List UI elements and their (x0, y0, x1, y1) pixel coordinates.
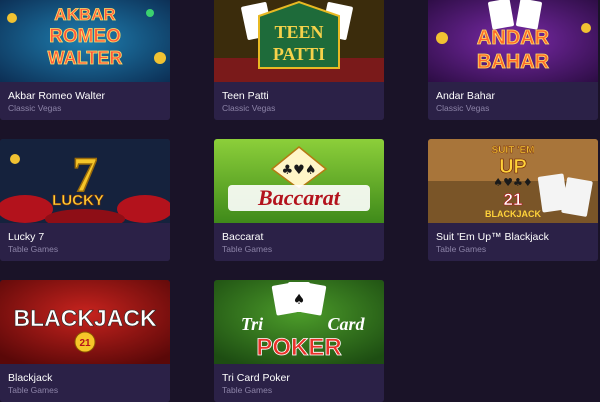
game-title[interactable]: Baccarat (222, 231, 263, 243)
game-thumbnail[interactable]: ♠ Tri Card POKER (214, 280, 384, 364)
game-thumbnail[interactable]: SUIT 'EM UP ♠♥♣♦ 21 BLACKJACK (428, 139, 598, 223)
art-text: BAHAR (477, 51, 550, 73)
game-thumbnail[interactable]: TEEN PATTI (214, 0, 384, 82)
suits-icon: ♠♥♣♦ (493, 176, 532, 189)
game-tile-suit-em-up-blackjack[interactable]: SUIT 'EM UP ♠♥♣♦ 21 BLACKJACK Suit 'Em U… (428, 139, 598, 261)
art-text: WALTER (48, 48, 123, 68)
game-title[interactable]: Lucky 7 (8, 231, 44, 243)
game-tile-tri-card-poker[interactable]: ♠ Tri Card POKER Tri Card Poker Table Ga… (214, 280, 384, 402)
game-title[interactable]: Blackjack (8, 372, 52, 384)
game-tile-baccarat[interactable]: ♣♥♠ Baccarat Baccarat Table Games (214, 139, 384, 261)
game-tile-lucky-7[interactable]: 7 LUCKY Lucky 7 Table Games (0, 139, 170, 261)
game-tile-akbar-romeo-walter[interactable]: AKBAR ROMEO WALTER Akbar Romeo Walter Cl… (0, 0, 170, 120)
game-category: Table Games (222, 244, 273, 254)
game-title[interactable]: Suit 'Em Up™ Blackjack (436, 231, 549, 243)
game-tile-blackjack[interactable]: BLACKJACK 21 Blackjack Table Games (0, 280, 170, 402)
art-text: POKER (256, 334, 341, 361)
art-text: UP (499, 156, 527, 178)
art-text: SUIT 'EM (492, 145, 535, 156)
game-info: Suit 'Em Up™ Blackjack Table Games (428, 223, 598, 261)
art-text: ROMEO (49, 26, 121, 47)
game-title[interactable]: Akbar Romeo Walter (8, 90, 105, 102)
game-title[interactable]: Teen Patti (222, 90, 269, 102)
game-tile-teen-patti[interactable]: TEEN PATTI Teen Patti Classic Vegas (214, 0, 384, 120)
art-text: BLACKJACK (485, 209, 542, 219)
art-text: ANDAR (477, 27, 550, 49)
art-text: 21 (79, 338, 91, 349)
game-info: Teen Patti Classic Vegas (214, 82, 384, 120)
game-category: Classic Vegas (8, 103, 62, 113)
suits-icon: ♣♥♠ (282, 163, 317, 178)
game-info: Baccarat Table Games (214, 223, 384, 261)
game-title[interactable]: Tri Card Poker (222, 372, 290, 384)
art-text: Card (327, 314, 365, 334)
art-text: BLACKJACK (13, 305, 157, 331)
game-tile-andar-bahar[interactable]: ANDAR BAHAR Andar Bahar Classic Vegas (428, 0, 598, 120)
game-info: Blackjack Table Games (0, 364, 170, 402)
game-thumbnail[interactable]: BLACKJACK 21 (0, 280, 170, 364)
spade-icon: ♠ (293, 292, 306, 308)
game-info: Andar Bahar Classic Vegas (428, 82, 598, 120)
game-category: Table Games (8, 385, 59, 395)
art-text: LUCKY (52, 192, 104, 209)
art-text: 21 (504, 190, 523, 209)
game-title[interactable]: Andar Bahar (436, 90, 495, 102)
game-category: Table Games (8, 244, 59, 254)
game-info: Tri Card Poker Table Games (214, 364, 384, 402)
game-thumbnail[interactable]: ♣♥♠ Baccarat (214, 139, 384, 223)
game-info: Akbar Romeo Walter Classic Vegas (0, 82, 170, 120)
game-category: Classic Vegas (436, 103, 490, 113)
game-info: Lucky 7 Table Games (0, 223, 170, 261)
art-text: Tri (241, 314, 263, 334)
art-text: TEEN (274, 22, 323, 42)
game-thumbnail[interactable]: ANDAR BAHAR (428, 0, 598, 82)
game-thumbnail[interactable]: 7 LUCKY (0, 139, 170, 223)
art-text: Baccarat (257, 185, 341, 210)
game-category: Table Games (436, 244, 487, 254)
art-text: PATTI (273, 44, 325, 64)
game-thumbnail[interactable]: AKBAR ROMEO WALTER (0, 0, 170, 82)
game-category: Classic Vegas (222, 103, 276, 113)
game-category: Table Games (222, 385, 273, 395)
art-text: AKBAR (54, 5, 115, 24)
